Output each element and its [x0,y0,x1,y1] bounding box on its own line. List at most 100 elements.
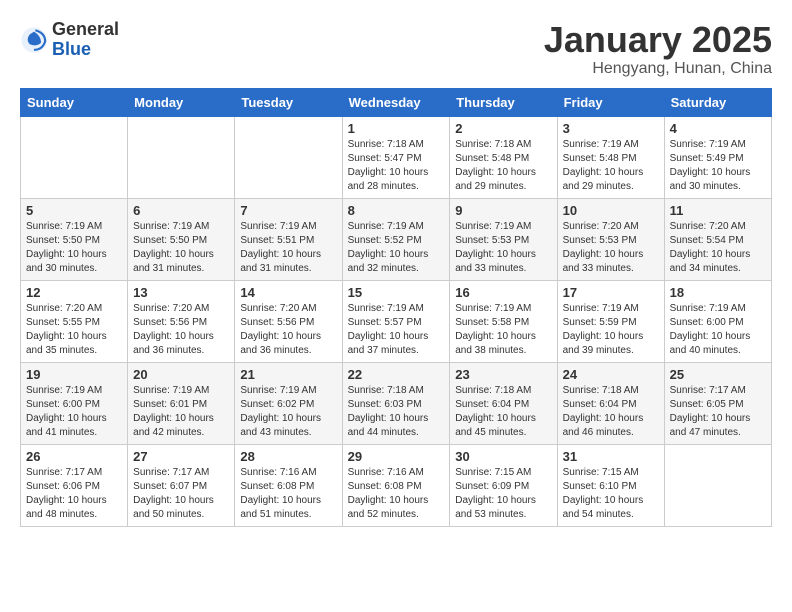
title-area: January 2025 Hengyang, Hunan, China [544,20,772,78]
day-info: Sunrise: 7:20 AM Sunset: 5:55 PM Dayligh… [26,302,122,358]
day-number: 27 [133,449,229,464]
logo: General Blue [20,20,119,60]
day-info: Sunrise: 7:19 AM Sunset: 5:50 PM Dayligh… [133,220,229,276]
calendar-cell: 16 Sunrise: 7:19 AM Sunset: 5:58 PM Dayli… [450,280,557,362]
calendar-cell: 29Sunrise: 7:16 AM Sunset: 6:08 PM Dayli… [342,444,450,526]
day-number: 24 [563,367,659,382]
day-number: 6 [133,203,229,218]
day-number: 25 [670,367,766,382]
calendar-cell: 14Sunrise: 7:20 AM Sunset: 5:56 PM Dayli… [235,280,342,362]
day-info: Sunrise: 7:20 AM Sunset: 5:54 PM Dayligh… [670,220,766,276]
calendar-cell [21,116,128,198]
day-info: Sunrise: 7:19 AM Sunset: 5:51 PM Dayligh… [240,220,336,276]
calendar-week-row: 19 Sunrise: 7:19 AM Sunset: 6:00 PM Dayli… [21,362,772,444]
day-number: 4 [670,121,766,136]
day-info: Sunrise: 7:18 AM Sunset: 6:03 PM Dayligh… [348,384,445,440]
day-info: Sunrise: 7:16 AM Sunset: 6:08 PM Dayligh… [240,466,336,522]
day-number: 16 [455,285,551,300]
calendar-weekday-header: Wednesday [342,88,450,116]
calendar-cell: 24Sunrise: 7:18 AM Sunset: 6:04 PM Dayli… [557,362,664,444]
day-info: Sunrise: 7:19 AM Sunset: 5:53 PM Dayligh… [455,220,551,276]
calendar-table: SundayMondayTuesdayWednesdayThursdayFrid… [20,88,772,527]
calendar-cell: 7 Sunrise: 7:19 AM Sunset: 5:51 PM Daylig… [235,198,342,280]
location: Hengyang, Hunan, China [544,60,772,78]
day-info: Sunrise: 7:18 AM Sunset: 5:47 PM Dayligh… [348,138,445,194]
calendar-cell: 13Sunrise: 7:20 AM Sunset: 5:56 PM Dayli… [128,280,235,362]
calendar-cell: 4Sunrise: 7:19 AM Sunset: 5:49 PM Daylig… [664,116,771,198]
calendar-cell: 21Sunrise: 7:19 AM Sunset: 6:02 PM Dayli… [235,362,342,444]
calendar-cell [128,116,235,198]
day-number: 18 [670,285,766,300]
day-info: Sunrise: 7:19 AM Sunset: 5:48 PM Dayligh… [563,138,659,194]
day-number: 30 [455,449,551,464]
day-number: 15 [348,285,445,300]
calendar-cell: 3 Sunrise: 7:19 AM Sunset: 5:48 PM Daylig… [557,116,664,198]
day-info: Sunrise: 7:19 AM Sunset: 6:01 PM Dayligh… [133,384,229,440]
day-info: Sunrise: 7:19 AM Sunset: 5:50 PM Dayligh… [26,220,122,276]
logo-blue-text: Blue [52,39,91,59]
calendar-weekday-header: Thursday [450,88,557,116]
month-title: January 2025 [544,20,772,60]
day-number: 10 [563,203,659,218]
calendar-cell: 12 Sunrise: 7:20 AM Sunset: 5:55 PM Dayli… [21,280,128,362]
day-info: Sunrise: 7:17 AM Sunset: 6:05 PM Dayligh… [670,384,766,440]
day-info: Sunrise: 7:19 AM Sunset: 5:58 PM Dayligh… [455,302,551,358]
calendar-cell: 28 Sunrise: 7:16 AM Sunset: 6:08 PM Dayli… [235,444,342,526]
calendar-cell: 19 Sunrise: 7:19 AM Sunset: 6:00 PM Dayli… [21,362,128,444]
calendar-cell [235,116,342,198]
calendar-cell: 25 Sunrise: 7:17 AM Sunset: 6:05 PM Dayli… [664,362,771,444]
day-info: Sunrise: 7:17 AM Sunset: 6:06 PM Dayligh… [26,466,122,522]
calendar-cell: 6 Sunrise: 7:19 AM Sunset: 5:50 PM Daylig… [128,198,235,280]
day-number: 3 [563,121,659,136]
calendar-cell: 18 Sunrise: 7:19 AM Sunset: 6:00 PM Dayli… [664,280,771,362]
day-info: Sunrise: 7:19 AM Sunset: 6:00 PM Dayligh… [26,384,122,440]
calendar-cell: 10Sunrise: 7:20 AM Sunset: 5:53 PM Dayli… [557,198,664,280]
day-number: 17 [563,285,659,300]
calendar-cell: 26Sunrise: 7:17 AM Sunset: 6:06 PM Dayli… [21,444,128,526]
day-number: 31 [563,449,659,464]
day-number: 22 [348,367,445,382]
calendar-cell: 2Sunrise: 7:18 AM Sunset: 5:48 PM Daylig… [450,116,557,198]
calendar-cell [664,444,771,526]
day-info: Sunrise: 7:19 AM Sunset: 5:52 PM Dayligh… [348,220,445,276]
calendar-cell: 15 Sunrise: 7:19 AM Sunset: 5:57 PM Dayli… [342,280,450,362]
calendar-weekday-header: Tuesday [235,88,342,116]
day-info: Sunrise: 7:16 AM Sunset: 6:08 PM Dayligh… [348,466,445,522]
day-number: 7 [240,203,336,218]
day-number: 19 [26,367,122,382]
day-info: Sunrise: 7:19 AM Sunset: 5:57 PM Dayligh… [348,302,445,358]
calendar-cell: 8 Sunrise: 7:19 AM Sunset: 5:52 PM Daylig… [342,198,450,280]
calendar-cell: 31 Sunrise: 7:15 AM Sunset: 6:10 PM Dayli… [557,444,664,526]
calendar-cell: 30 Sunrise: 7:15 AM Sunset: 6:09 PM Dayli… [450,444,557,526]
logo-general-text: General [52,19,119,39]
day-info: Sunrise: 7:15 AM Sunset: 6:10 PM Dayligh… [563,466,659,522]
calendar-cell: 17 Sunrise: 7:19 AM Sunset: 5:59 PM Dayli… [557,280,664,362]
day-info: Sunrise: 7:18 AM Sunset: 6:04 PM Dayligh… [455,384,551,440]
day-number: 23 [455,367,551,382]
day-number: 20 [133,367,229,382]
calendar-week-row: 1 Sunrise: 7:18 AM Sunset: 5:47 PM Daylig… [21,116,772,198]
calendar-cell: 9 Sunrise: 7:19 AM Sunset: 5:53 PM Daylig… [450,198,557,280]
calendar-header-row: SundayMondayTuesdayWednesdayThursdayFrid… [21,88,772,116]
calendar-weekday-header: Friday [557,88,664,116]
calendar-weekday-header: Saturday [664,88,771,116]
calendar-weekday-header: Sunday [21,88,128,116]
day-info: Sunrise: 7:19 AM Sunset: 6:00 PM Dayligh… [670,302,766,358]
day-info: Sunrise: 7:19 AM Sunset: 5:59 PM Dayligh… [563,302,659,358]
logo-icon [20,26,48,54]
day-number: 13 [133,285,229,300]
day-number: 9 [455,203,551,218]
day-number: 1 [348,121,445,136]
calendar-cell: 1 Sunrise: 7:18 AM Sunset: 5:47 PM Daylig… [342,116,450,198]
calendar-week-row: 5 Sunrise: 7:19 AM Sunset: 5:50 PM Daylig… [21,198,772,280]
day-number: 28 [240,449,336,464]
day-number: 14 [240,285,336,300]
day-number: 8 [348,203,445,218]
day-number: 21 [240,367,336,382]
calendar-cell: 20 Sunrise: 7:19 AM Sunset: 6:01 PM Dayli… [128,362,235,444]
day-number: 5 [26,203,122,218]
calendar-week-row: 26Sunrise: 7:17 AM Sunset: 6:06 PM Dayli… [21,444,772,526]
day-number: 11 [670,203,766,218]
day-info: Sunrise: 7:15 AM Sunset: 6:09 PM Dayligh… [455,466,551,522]
day-number: 12 [26,285,122,300]
